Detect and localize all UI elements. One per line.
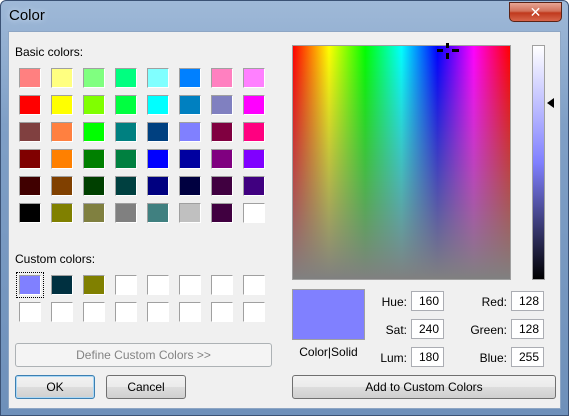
color-swatch[interactable]: [147, 203, 169, 223]
red-field[interactable]: 128: [511, 291, 544, 311]
color-swatch[interactable]: [115, 302, 137, 322]
define-custom-colors-button[interactable]: Define Custom Colors >>: [15, 343, 272, 367]
color-swatch[interactable]: [115, 203, 137, 223]
color-swatch[interactable]: [243, 122, 265, 142]
hue-label: Hue:: [381, 295, 407, 309]
color-swatch[interactable]: [211, 275, 233, 295]
color-swatch[interactable]: [179, 95, 201, 115]
color-spectrum[interactable]: [292, 45, 511, 280]
dialog-body: Basic colors: Custom colors: Define Cust…: [8, 31, 561, 409]
color-swatch[interactable]: [211, 149, 233, 169]
color-swatch[interactable]: [51, 302, 73, 322]
sat-label: Sat:: [385, 323, 407, 337]
red-label: Red:: [481, 295, 507, 309]
sat-field[interactable]: 240: [411, 319, 444, 339]
color-swatch[interactable]: [83, 95, 105, 115]
color-swatch[interactable]: [19, 302, 41, 322]
color-swatch[interactable]: [211, 302, 233, 322]
color-swatch[interactable]: [115, 176, 137, 196]
color-swatch[interactable]: [83, 176, 105, 196]
color-swatch[interactable]: [51, 275, 73, 295]
color-swatch[interactable]: [179, 275, 201, 295]
color-swatch[interactable]: [19, 122, 41, 142]
color-swatch[interactable]: [147, 149, 169, 169]
color-preview: [292, 289, 365, 340]
color-swatch[interactable]: [179, 149, 201, 169]
color-swatch[interactable]: [243, 302, 265, 322]
color-dialog: Color ✕ Basic colors: Custom colors: Def…: [0, 0, 569, 416]
color-swatch[interactable]: [147, 176, 169, 196]
title-bar[interactable]: Color ✕: [1, 1, 568, 31]
close-button[interactable]: ✕: [509, 2, 562, 22]
color-swatch[interactable]: [211, 68, 233, 88]
luminosity-arrow-icon[interactable]: [547, 98, 554, 108]
color-swatch[interactable]: [179, 122, 201, 142]
blue-field[interactable]: 255: [511, 347, 544, 367]
color-swatch[interactable]: [243, 149, 265, 169]
add-to-custom-colors-button[interactable]: Add to Custom Colors: [292, 375, 556, 399]
color-swatch[interactable]: [179, 68, 201, 88]
color-swatch[interactable]: [211, 203, 233, 223]
crosshair-icon: [437, 43, 459, 59]
green-label: Green:: [470, 323, 507, 337]
color-swatch[interactable]: [19, 68, 41, 88]
color-swatch[interactable]: [147, 95, 169, 115]
window-title: Color: [9, 7, 45, 24]
color-swatch[interactable]: [16, 272, 44, 298]
color-swatch[interactable]: [243, 68, 265, 88]
hue-field[interactable]: 160: [411, 291, 444, 311]
lum-label: Lum:: [380, 351, 407, 365]
color-swatch[interactable]: [147, 302, 169, 322]
color-swatch[interactable]: [83, 302, 105, 322]
color-swatch[interactable]: [243, 203, 265, 223]
color-swatch[interactable]: [115, 122, 137, 142]
color-swatch[interactable]: [179, 203, 201, 223]
color-swatch[interactable]: [83, 203, 105, 223]
ok-button[interactable]: OK: [15, 375, 95, 399]
color-swatch[interactable]: [83, 275, 105, 295]
color-swatch[interactable]: [51, 95, 73, 115]
color-swatch[interactable]: [83, 122, 105, 142]
color-swatch[interactable]: [115, 149, 137, 169]
color-swatch[interactable]: [51, 122, 73, 142]
color-swatch[interactable]: [211, 122, 233, 142]
color-swatch[interactable]: [51, 149, 73, 169]
color-swatch[interactable]: [243, 95, 265, 115]
color-swatch[interactable]: [83, 149, 105, 169]
green-field[interactable]: 128: [511, 319, 544, 339]
color-swatch[interactable]: [211, 95, 233, 115]
custom-colors-label: Custom colors:: [15, 252, 96, 266]
color-swatch[interactable]: [179, 176, 201, 196]
color-swatch[interactable]: [83, 68, 105, 88]
color-swatch[interactable]: [19, 95, 41, 115]
color-swatch[interactable]: [19, 176, 41, 196]
color-swatch[interactable]: [51, 203, 73, 223]
luminosity-bar[interactable]: [532, 45, 545, 280]
blue-label: Blue:: [479, 351, 507, 365]
color-swatch[interactable]: [243, 176, 265, 196]
lum-field[interactable]: 180: [411, 347, 444, 367]
color-swatch[interactable]: [19, 149, 41, 169]
basic-colors-label: Basic colors:: [15, 45, 84, 59]
color-swatch[interactable]: [115, 275, 137, 295]
color-swatch[interactable]: [115, 95, 137, 115]
color-swatch[interactable]: [147, 122, 169, 142]
color-swatch[interactable]: [147, 275, 169, 295]
color-swatch[interactable]: [243, 275, 265, 295]
color-swatch[interactable]: [51, 176, 73, 196]
color-swatch[interactable]: [115, 68, 137, 88]
color-swatch[interactable]: [147, 68, 169, 88]
color-solid-label: Color|Solid: [299, 345, 358, 359]
color-swatch[interactable]: [179, 302, 201, 322]
color-swatch[interactable]: [19, 203, 41, 223]
color-swatch[interactable]: [51, 68, 73, 88]
color-swatch[interactable]: [211, 176, 233, 196]
cancel-button[interactable]: Cancel: [106, 375, 186, 399]
